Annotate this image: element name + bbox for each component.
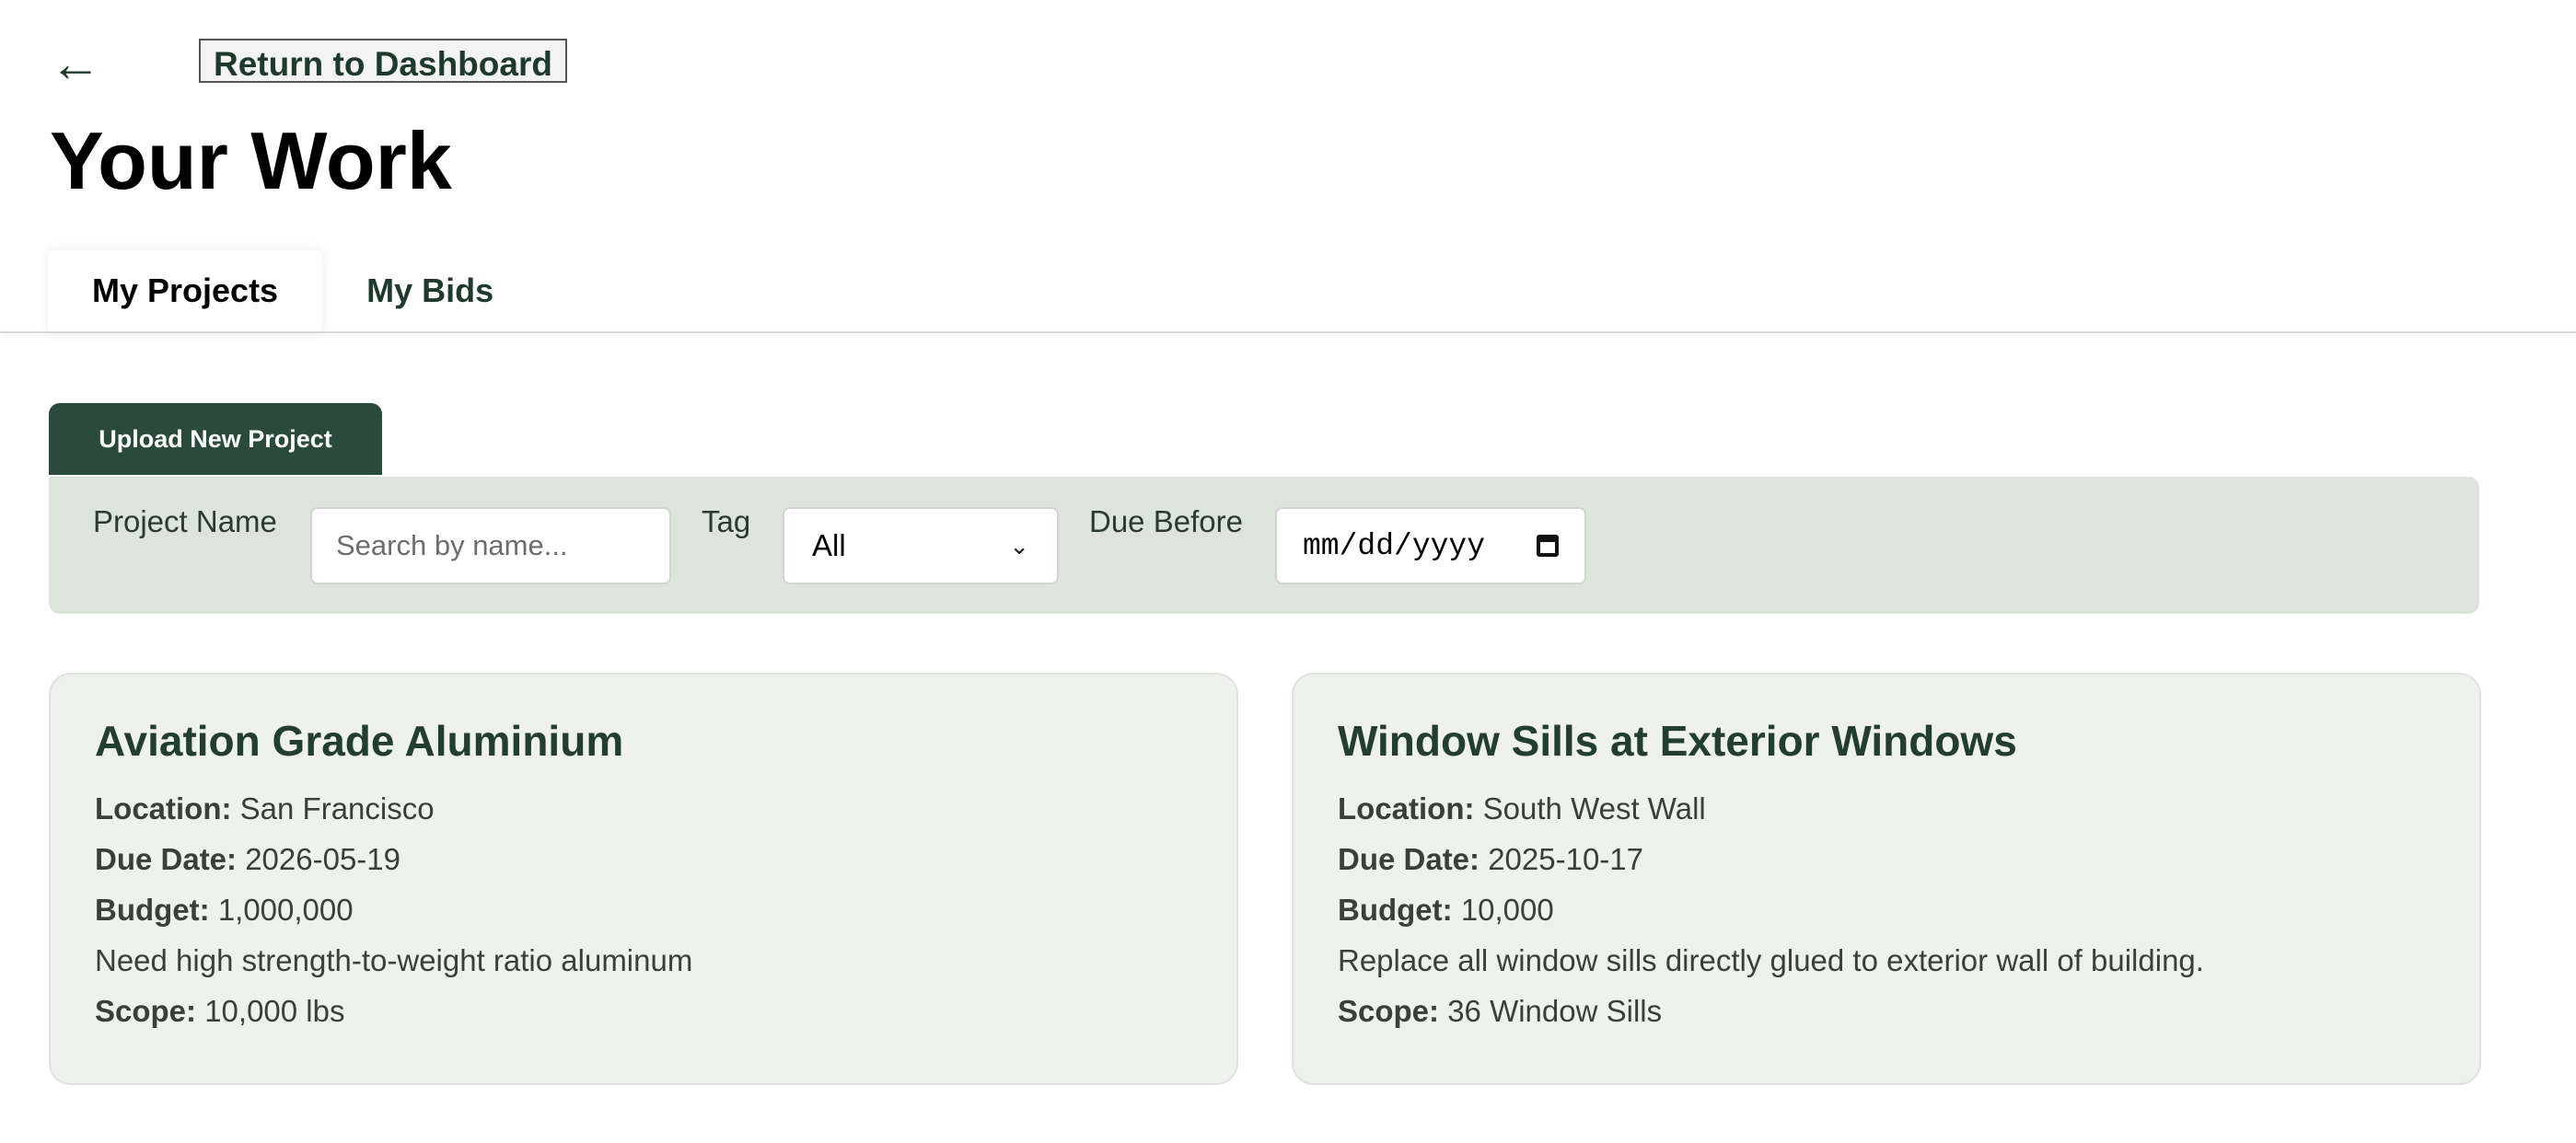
project-description: Need high strength-to-weight ratio alumi… [95, 943, 693, 977]
chevron-down-icon: ⌄ [1009, 531, 1029, 560]
project-description: Replace all window sills directly glued … [1338, 943, 2204, 977]
project-scope: Scope: 36 Window Sills [1338, 986, 2435, 1036]
due-date-label: Due Date: [1338, 842, 1480, 876]
location-value: San Francisco [239, 791, 435, 826]
budget-label: Budget: [95, 893, 210, 927]
top-nav: ← Return to Dashboard [50, 35, 567, 89]
project-budget: Budget: 1,000,000 [95, 884, 1192, 935]
tab-divider [0, 331, 2576, 333]
due-before-date-input[interactable]: mm/dd/yyyy [1275, 507, 1586, 584]
project-due-date: Due Date: 2026-05-19 [95, 834, 1192, 884]
project-location: Location: San Francisco [95, 783, 1192, 834]
project-name-label: Project Name [93, 504, 277, 538]
budget-value: 10,000 [1460, 893, 1554, 927]
due-before-label: Due Before [1089, 504, 1243, 538]
upload-new-project-button[interactable]: Upload New Project [49, 403, 382, 475]
tag-select[interactable]: All ⌄ [783, 507, 1059, 584]
scope-label: Scope: [95, 994, 197, 1028]
scope-value: 10,000 lbs [204, 994, 345, 1028]
budget-label: Budget: [1338, 893, 1453, 927]
back-arrow-icon[interactable]: ← [50, 38, 151, 89]
tab-my-projects[interactable]: My Projects [48, 250, 323, 331]
return-to-dashboard-button[interactable]: Return to Dashboard [199, 39, 567, 83]
project-card[interactable]: Aviation Grade Aluminium Location: San F… [49, 673, 1238, 1085]
project-title: Window Sills at Exterior Windows [1338, 717, 2017, 765]
budget-value: 1,000,000 [217, 893, 354, 927]
date-placeholder: mm/dd/yyyy [1303, 528, 1486, 563]
scope-label: Scope: [1338, 994, 1440, 1028]
project-location: Location: South West Wall [1338, 783, 2435, 834]
project-due-date: Due Date: 2025-10-17 [1338, 834, 2435, 884]
tab-my-bids[interactable]: My Bids [322, 250, 538, 331]
tag-label: Tag [702, 504, 751, 538]
tab-bar: My Projects My Bids [48, 250, 538, 331]
due-date-label: Due Date: [95, 842, 238, 876]
scope-value: 36 Window Sills [1447, 994, 1663, 1028]
location-label: Location: [95, 791, 232, 826]
due-date-value: 2026-05-19 [245, 842, 401, 876]
project-card[interactable]: Window Sills at Exterior Windows Locatio… [1292, 673, 2481, 1085]
project-scope: Scope: 10,000 lbs [95, 986, 1192, 1036]
project-title: Aviation Grade Aluminium [95, 717, 624, 765]
filter-bar: Project Name Tag All ⌄ Due Before mm/dd/… [49, 477, 2479, 614]
due-date-value: 2025-10-17 [1488, 842, 1644, 876]
calendar-icon[interactable] [1537, 535, 1559, 557]
location-label: Location: [1338, 791, 1475, 826]
page-title: Your Work [50, 115, 452, 206]
tag-select-value: All [812, 528, 846, 562]
project-name-search-input[interactable] [310, 507, 671, 584]
location-value: South West Wall [1482, 791, 1706, 826]
project-budget: Budget: 10,000 [1338, 884, 2435, 935]
